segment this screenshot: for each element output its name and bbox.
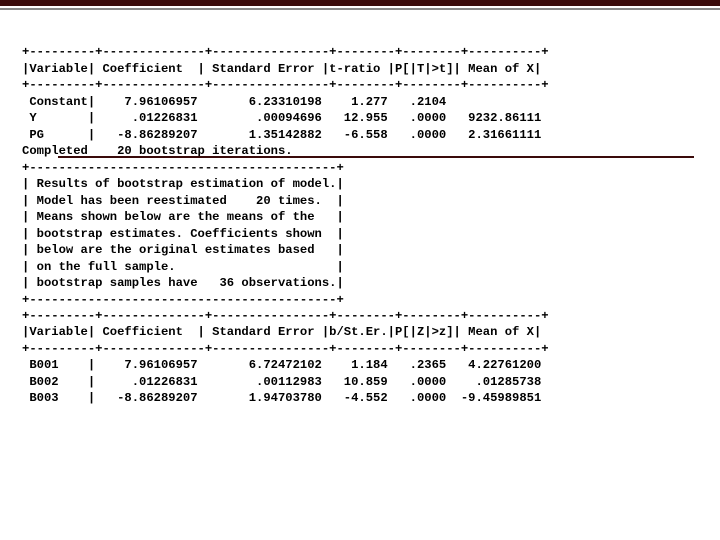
table1-border-mid: +---------+--------------+--------------…	[22, 78, 549, 92]
results-box-border-top: +---------------------------------------…	[22, 161, 344, 175]
table2-header: |Variable| Coefficient | Standard Error …	[22, 325, 541, 339]
table2-row-b002: B002 | .01226831 .00112983 10.859 .0000 …	[22, 375, 541, 389]
table1-header-underline	[58, 156, 694, 158]
table1-row-pg: PG | -8.86289207 1.35142882 -6.558 .0000…	[22, 128, 541, 142]
results-box-line: | on the full sample. |	[22, 260, 344, 274]
results-box-line: | below are the original estimates based…	[22, 243, 344, 257]
top-rule	[0, 0, 720, 6]
table1-row-constant: Constant| 7.96106957 6.23310198 1.277 .2…	[22, 95, 446, 109]
results-box-line: | Means shown below are the means of the…	[22, 210, 344, 224]
table2-border-mid: +---------+--------------+--------------…	[22, 342, 549, 356]
results-box-line: | bootstrap samples have 36 observations…	[22, 276, 344, 290]
table1-header: |Variable| Coefficient | Standard Error …	[22, 62, 541, 76]
table1-row-y: Y | .01226831 .00094696 12.955 .0000 923…	[22, 111, 541, 125]
table2-border-top: +---------+--------------+--------------…	[22, 309, 549, 323]
table2-row-b003: B003 | -8.86289207 1.94703780 -4.552 .00…	[22, 391, 541, 405]
table2-row-b001: B001 | 7.96106957 6.72472102 1.184 .2365…	[22, 358, 541, 372]
results-box-line: | Results of bootstrap estimation of mod…	[22, 177, 344, 191]
results-box-line: | Model has been reestimated 20 times. |	[22, 194, 344, 208]
slide: +---------+--------------+--------------…	[0, 0, 720, 540]
table1-border-top: +---------+--------------+--------------…	[22, 45, 549, 59]
regression-output: +---------+--------------+--------------…	[0, 10, 720, 407]
results-box-border-bot: +---------------------------------------…	[22, 293, 344, 307]
results-box-line: | bootstrap estimates. Coefficients show…	[22, 227, 344, 241]
